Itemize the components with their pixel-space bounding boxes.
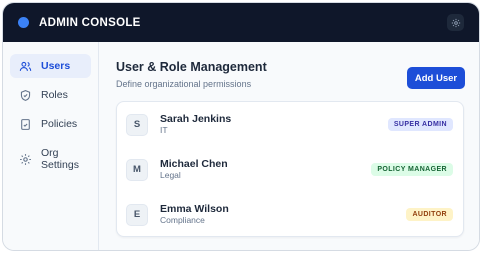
page-subtitle: Define organizational permissions: [116, 79, 252, 89]
list-item[interactable]: S Sarah Jenkins IT SUPER ADMIN: [117, 102, 463, 147]
list-item[interactable]: E Emma Wilson Compliance AUDITOR: [117, 192, 463, 237]
sidebar-item-roles[interactable]: Roles: [10, 83, 91, 107]
sidebar-item-label: Users: [41, 60, 71, 72]
user-name: Michael Chen: [160, 158, 228, 170]
role-badge: AUDITOR: [406, 208, 453, 221]
user-info: Michael Chen Legal: [160, 158, 228, 181]
gear-icon[interactable]: [447, 14, 464, 31]
sidebar: Users Roles Policies Org Settings: [3, 42, 99, 250]
sidebar-item-label: Roles: [41, 89, 68, 101]
add-user-button[interactable]: Add User: [407, 67, 465, 89]
role-badge: SUPER ADMIN: [387, 118, 453, 131]
admin-console-window: ADMIN CONSOLE Users Roles Policies Org S…: [2, 2, 480, 251]
user-name: Sarah Jenkins: [160, 113, 232, 125]
list-item[interactable]: M Michael Chen Legal POLICY MANAGER: [117, 147, 463, 192]
user-department: Legal: [160, 170, 181, 180]
users-icon: [18, 59, 32, 73]
avatar: S: [126, 113, 148, 136]
title-bar: ADMIN CONSOLE: [3, 3, 479, 42]
document-check-icon: [18, 117, 32, 131]
user-info: Emma Wilson Compliance: [160, 203, 229, 226]
sidebar-item-label: Org Settings: [41, 147, 79, 171]
sidebar-item-label: Policies: [41, 118, 78, 130]
sidebar-item-org-settings[interactable]: Org Settings: [10, 141, 91, 177]
avatar: M: [126, 158, 148, 181]
role-badge: POLICY MANAGER: [371, 163, 453, 176]
shield-icon: [18, 88, 32, 102]
gear-icon: [18, 152, 32, 166]
brand-dot-icon: [18, 17, 29, 28]
sidebar-item-users[interactable]: Users: [10, 54, 91, 78]
user-list: S Sarah Jenkins IT SUPER ADMIN M Michael…: [116, 101, 464, 237]
sidebar-item-policies[interactable]: Policies: [10, 112, 91, 136]
page-title: User & Role Management: [116, 60, 267, 74]
main-content: User & Role Management Define organizati…: [100, 42, 479, 250]
user-info: Sarah Jenkins IT: [160, 113, 231, 136]
user-department: Compliance: [160, 215, 205, 225]
user-name: Emma Wilson: [160, 203, 229, 215]
user-department: IT: [160, 125, 168, 135]
app-title: ADMIN CONSOLE: [39, 16, 141, 29]
avatar: E: [126, 203, 148, 226]
